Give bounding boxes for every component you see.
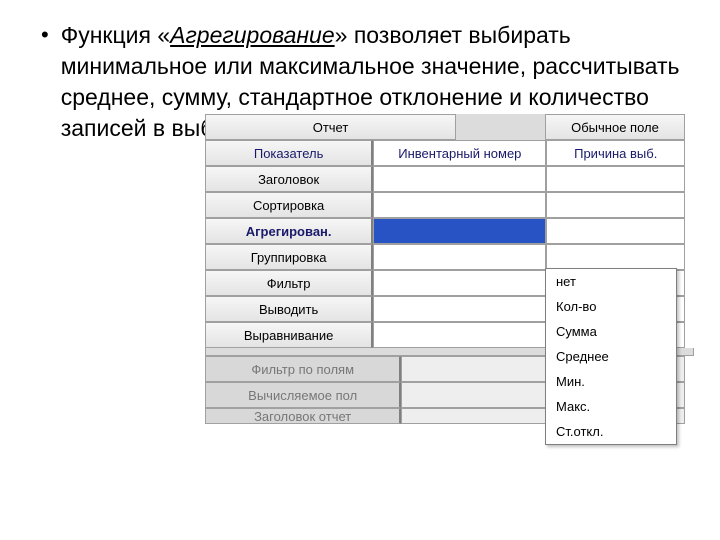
field-type-label: Обычное поле xyxy=(545,114,685,140)
dropdown-item-none[interactable]: нет xyxy=(546,269,676,294)
rowlabel-filter: Фильтр xyxy=(205,270,373,296)
dropdown-item-min[interactable]: Мин. xyxy=(546,369,676,394)
cell-sort-c2[interactable] xyxy=(546,192,685,218)
topbar-spacer xyxy=(456,114,545,140)
cell-sort-c1[interactable] xyxy=(373,192,546,218)
cell-aggregation-c1[interactable] xyxy=(373,218,546,244)
cell-title-c2[interactable] xyxy=(546,166,685,192)
cell-indicator-c1[interactable]: Инвентарный номер xyxy=(373,140,546,166)
bullet-icon: • xyxy=(41,20,49,144)
rowlabel-field-filter[interactable]: Фильтр по полям xyxy=(205,356,401,382)
row-indicator: Показатель Инвентарный номер Причина выб… xyxy=(205,140,685,166)
rowlabel-align: Выравнивание xyxy=(205,322,373,348)
aggregation-dropdown[interactable]: нет Кол-во Сумма Среднее Мин. Макс. Ст.о… xyxy=(545,268,677,445)
cell-aggregation-c2[interactable] xyxy=(546,218,685,244)
dropdown-item-sum[interactable]: Сумма xyxy=(546,319,676,344)
dropdown-item-count[interactable]: Кол-во xyxy=(546,294,676,319)
rowlabel-indicator: Показатель xyxy=(205,140,373,166)
row-title: Заголовок xyxy=(205,166,685,192)
cell-filter-c1[interactable] xyxy=(373,270,546,296)
rowlabel-computed[interactable]: Вычисляемое пол xyxy=(205,382,401,408)
report-grid: Отчет Обычное поле Показатель Инвентарны… xyxy=(205,114,685,424)
aggregation-term: Агрегирование xyxy=(170,22,335,48)
cell-indicator-c2[interactable]: Причина выб. xyxy=(546,140,685,166)
row-aggregation: Агрегирован. xyxy=(205,218,685,244)
cell-grouping-c1[interactable] xyxy=(373,244,546,270)
dropdown-item-stddev[interactable]: Ст.откл. xyxy=(546,419,676,444)
section-label: Отчет xyxy=(205,114,456,140)
dropdown-item-avg[interactable]: Среднее xyxy=(546,344,676,369)
grid-topbar: Отчет Обычное поле xyxy=(205,114,685,140)
rowlabel-sort: Сортировка xyxy=(205,192,373,218)
row-sort: Сортировка xyxy=(205,192,685,218)
rowlabel-output: Выводить xyxy=(205,296,373,322)
cell-title-c1[interactable] xyxy=(373,166,546,192)
dropdown-item-max[interactable]: Макс. xyxy=(546,394,676,419)
cell-grouping-c2[interactable] xyxy=(546,244,685,270)
rowlabel-title: Заголовок xyxy=(205,166,373,192)
rowlabel-report-title[interactable]: Заголовок отчет xyxy=(205,408,401,424)
row-grouping: Группировка xyxy=(205,244,685,270)
rowlabel-aggregation: Агрегирован. xyxy=(205,218,373,244)
cell-align-c1[interactable] xyxy=(373,322,546,348)
cell-output-c1[interactable] xyxy=(373,296,546,322)
text-prefix: Функция « xyxy=(61,22,170,48)
rowlabel-grouping: Группировка xyxy=(205,244,373,270)
